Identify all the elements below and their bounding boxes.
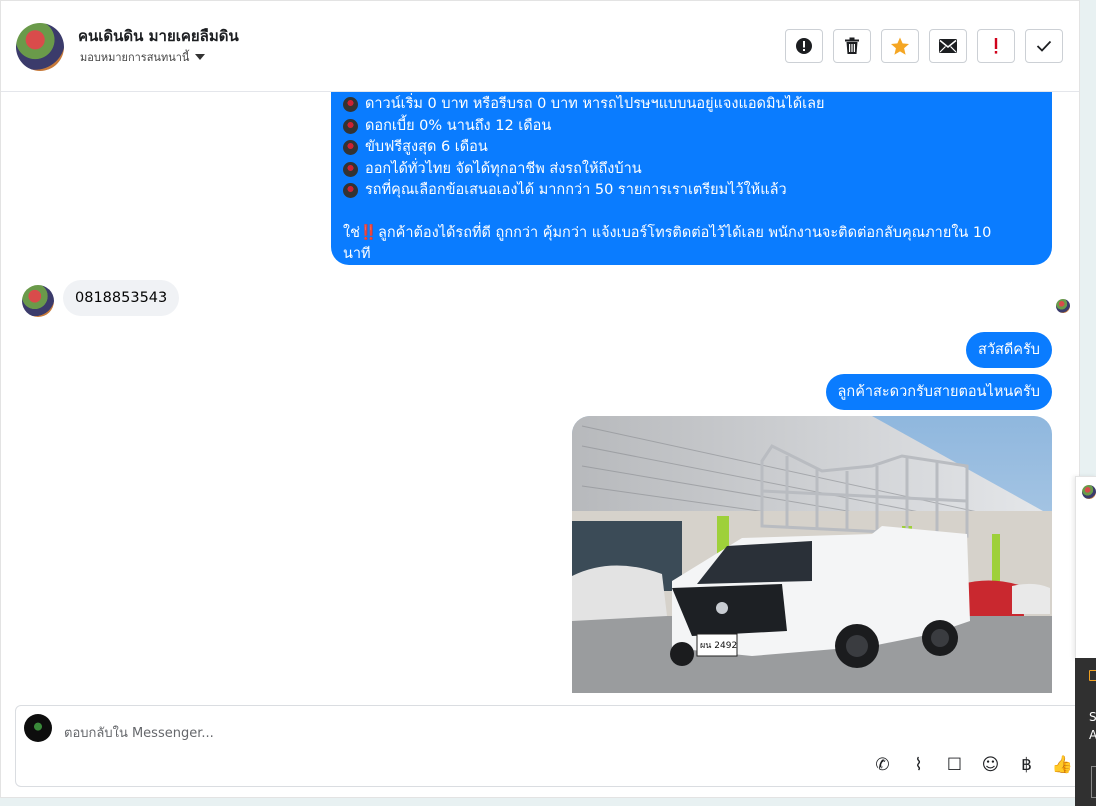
outgoing-callback-question[interactable]: ลูกค้าสะดวกรับสายตอนไหนครับ bbox=[825, 374, 1052, 410]
promo-footer: ใช่‼️ลูกค้าต้องได้รถที่ดี ถูกกว่า คุ้มกว… bbox=[343, 223, 1040, 245]
promo-line: รถที่คุณเลือกข้อเสนอเองได้ มากกว่า 50 รา… bbox=[343, 180, 1040, 202]
contact-avatar[interactable] bbox=[16, 23, 64, 71]
assign-conversation-dropdown[interactable]: มอบหมายการสนทนานี้ bbox=[80, 48, 206, 66]
dark-panel-icon bbox=[1089, 670, 1096, 681]
incoming-phone-message[interactable]: 0818853543 bbox=[63, 280, 180, 316]
assign-label: มอบหมายการสนทนานี้ bbox=[80, 51, 190, 64]
follow-up-button[interactable] bbox=[977, 29, 1015, 63]
star-icon bbox=[891, 37, 909, 55]
promo-line-text: ดอกเบี้ย 0% นานถึง 12 เดือน bbox=[365, 117, 552, 134]
trash-icon bbox=[845, 37, 859, 54]
envelope-icon bbox=[939, 39, 957, 53]
thumbs-up-icon[interactable]: 👍 bbox=[1050, 752, 1075, 777]
contact-name[interactable]: คนเดินดิน มายเคยลืมดิน bbox=[78, 24, 239, 48]
dark-panel-letter: S bbox=[1089, 710, 1096, 724]
baht-icon[interactable]: ฿ bbox=[1014, 752, 1039, 777]
side-popout[interactable] bbox=[1075, 476, 1096, 659]
star-button[interactable] bbox=[881, 29, 919, 63]
pickup-truck-photo: ผน 2492 bbox=[572, 416, 1052, 693]
composer-toolbar: ✆ ⌇ ☐ ☺ ฿ 👍 bbox=[870, 752, 1075, 777]
mark-done-button[interactable] bbox=[1025, 29, 1063, 63]
page-avatar bbox=[24, 714, 52, 742]
popout-avatar bbox=[1082, 485, 1096, 499]
promo-footer-line-2: นาที bbox=[343, 246, 371, 262]
dark-side-panel[interactable]: S A bbox=[1075, 658, 1096, 806]
promo-line: ขับฟรีสูงสุด 6 เดือน bbox=[343, 137, 1040, 159]
alert-circle-icon bbox=[796, 38, 812, 54]
car-emoji-icon bbox=[343, 118, 358, 134]
paperclip-icon[interactable]: ⌇ bbox=[906, 752, 931, 777]
phone-add-icon[interactable]: ✆ bbox=[870, 752, 895, 777]
promo-line: ดอกเบี้ย 0% นานถึง 12 เดือน bbox=[343, 116, 1040, 138]
promo-line: ออกได้ทั่วไทย จัดได้ทุกอาชีพ ส่งรถให้ถึง… bbox=[343, 159, 1040, 181]
promo-footer-prefix: ใช่ bbox=[343, 224, 360, 241]
header-actions bbox=[785, 29, 1063, 63]
dark-panel-field bbox=[1091, 766, 1096, 798]
promo-line: ดาวน์เริ่ม 0 บาท หรือรีบรถ 0 บาท หารถไปร… bbox=[343, 94, 1040, 116]
reply-input[interactable]: ตอบกลับใน Messenger... bbox=[64, 722, 214, 743]
car-emoji-icon bbox=[343, 183, 358, 199]
double-exclamation-icon: ‼️ bbox=[359, 224, 378, 241]
delete-button[interactable] bbox=[833, 29, 871, 63]
exclamation-icon bbox=[994, 38, 998, 54]
customer-avatar[interactable] bbox=[22, 285, 54, 317]
conversation-panel: คนเดินดิน มายเคยลืมดิน มอบหมายการสนทนานี… bbox=[0, 0, 1080, 798]
caret-down-icon bbox=[195, 54, 206, 60]
car-emoji-icon bbox=[343, 140, 358, 156]
car-emoji-icon bbox=[343, 97, 358, 113]
mark-spam-button[interactable] bbox=[785, 29, 823, 63]
dark-panel-letter: A bbox=[1089, 728, 1096, 742]
message-thread[interactable]: ดาวน์เริ่ม 0 บาท หรือรีบรถ 0 บาท หารถไปร… bbox=[1, 92, 1079, 702]
mark-unread-button[interactable] bbox=[929, 29, 967, 63]
promo-line-text: ออกได้ทั่วไทย จัดได้ทุกอาชีพ ส่งรถให้ถึง… bbox=[365, 160, 642, 177]
emoji-icon[interactable]: ☺ bbox=[978, 752, 1003, 777]
promo-line-text: ดาวน์เริ่ม 0 บาท หรือรีบรถ 0 บาท หารถไปร… bbox=[365, 96, 825, 112]
promo-line-text: ขับฟรีสูงสุด 6 เดือน bbox=[365, 139, 488, 155]
outgoing-greeting-message[interactable]: สวัสดีครับ bbox=[966, 332, 1052, 368]
saved-reply-icon[interactable]: ☐ bbox=[942, 752, 967, 777]
outgoing-photo-message[interactable]: ผน 2492 bbox=[572, 416, 1052, 693]
conversation-header: คนเดินดิน มายเคยลืมดิน มอบหมายการสนทนานี… bbox=[1, 1, 1079, 92]
license-plate-text: ผน 2492 bbox=[700, 641, 737, 651]
seen-receipt-avatar bbox=[1056, 299, 1070, 313]
promo-line-text: รถที่คุณเลือกข้อเสนอเองได้ มากกว่า 50 รา… bbox=[365, 182, 787, 198]
outgoing-promo-message[interactable]: ดาวน์เริ่ม 0 บาท หรือรีบรถ 0 บาท หารถไปร… bbox=[331, 92, 1052, 265]
promo-footer-text: ลูกค้าต้องได้รถที่ดี ถูกกว่า คุ้มกว่า แจ… bbox=[377, 224, 992, 241]
check-icon bbox=[1036, 40, 1052, 52]
car-emoji-icon bbox=[343, 161, 358, 177]
